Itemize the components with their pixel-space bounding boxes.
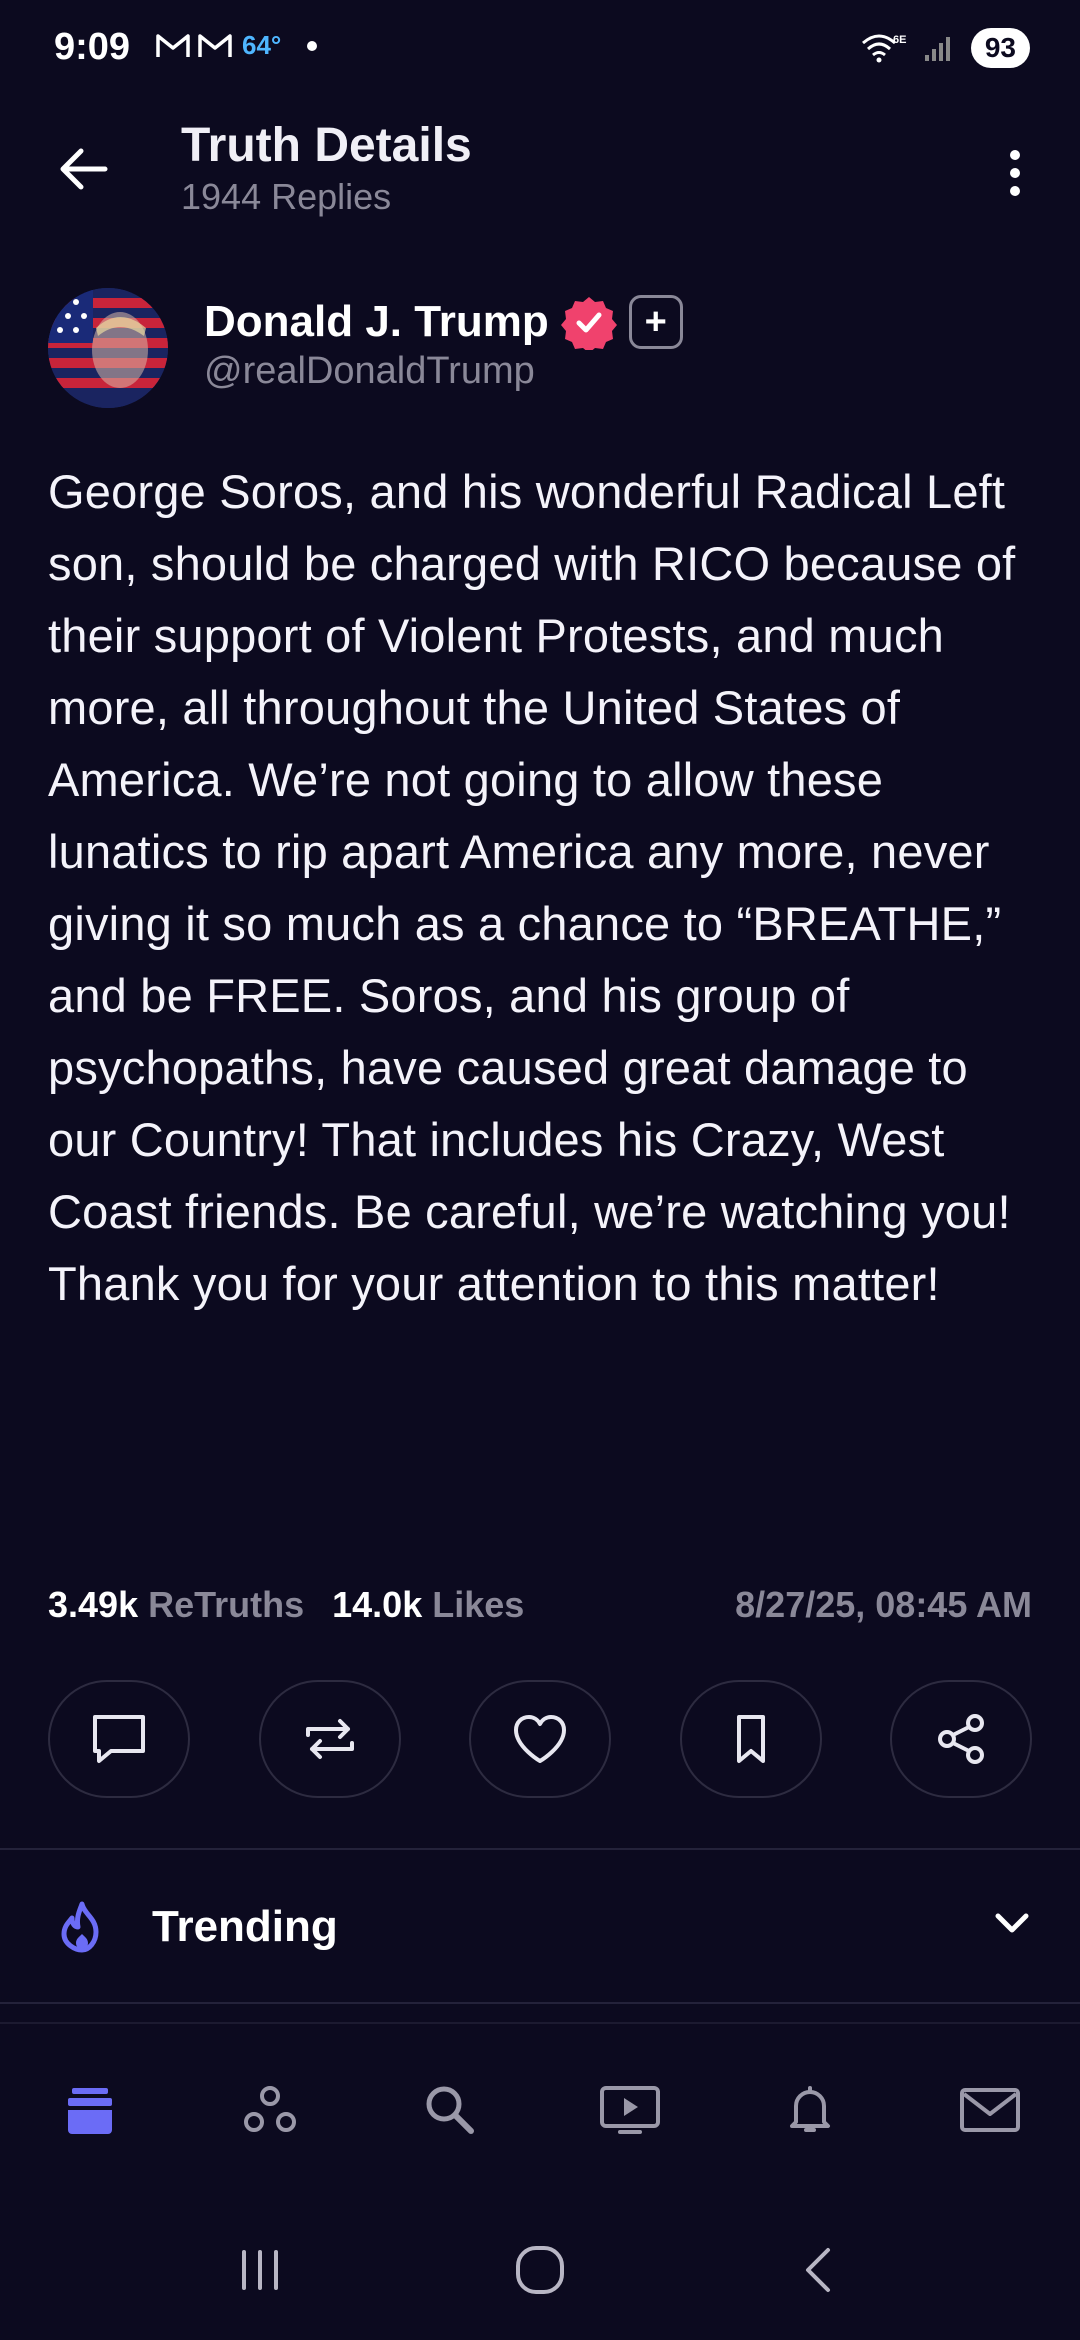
avatar-image	[48, 288, 168, 408]
top-app-bar: Truth Details 1944 Replies	[0, 100, 1080, 230]
network-type: 6E	[893, 34, 906, 46]
author-handle: @realDonaldTrump	[204, 350, 535, 392]
avatar[interactable]	[48, 288, 168, 408]
video-icon	[600, 2086, 660, 2134]
search-icon	[426, 2086, 474, 2134]
reply-button[interactable]	[48, 1680, 190, 1798]
bookmark-icon	[736, 1715, 765, 1763]
status-time: 9:09	[54, 26, 131, 68]
signal-icon	[924, 37, 950, 61]
post-author[interactable]: Donald J. Trump + @realDonaldTrump	[48, 288, 1048, 408]
home-icon	[68, 2088, 112, 2134]
verified-badge-icon	[560, 297, 617, 350]
post-text: George Soros, and his wonderful Radical …	[48, 465, 1016, 1310]
author-name-row: Donald J. Trump +	[204, 294, 683, 350]
wifi-icon: 6E	[861, 34, 906, 63]
trending-section[interactable]: Trending	[0, 1850, 1080, 2000]
more-options-button[interactable]	[990, 138, 1040, 208]
trending-label: Trending	[152, 1902, 338, 1951]
reply-count: 1944 Replies	[181, 176, 392, 217]
share-icon	[938, 1714, 984, 1764]
divider	[0, 2002, 1080, 2004]
groups-icon	[244, 2086, 296, 2132]
bookmark-button[interactable]	[679, 1680, 822, 1798]
system-status-icons: 6E 93	[859, 28, 1030, 68]
gmail-icon	[156, 33, 190, 57]
truth-plus-badge: +	[628, 295, 683, 349]
notification-icons: 64°	[156, 30, 318, 61]
post-stats: 3.49k ReTruths 14.0k Likes 8/27/25, 08:4…	[48, 1584, 1032, 1626]
post-timestamp: 8/27/25, 08:45 AM	[735, 1584, 1032, 1625]
likes-count[interactable]: 14.0k	[332, 1584, 422, 1626]
divider	[0, 2022, 1080, 2024]
post-actions	[48, 1680, 1032, 1798]
flame-icon	[61, 1901, 99, 1953]
share-button[interactable]	[890, 1680, 1032, 1798]
status-bar: 9:09 64° 6E 93	[0, 0, 1080, 100]
back-button[interactable]	[48, 134, 118, 204]
nav-messages[interactable]	[940, 2060, 1040, 2160]
retruths-label[interactable]: ReTruths	[148, 1584, 304, 1626]
battery-level: 93	[970, 28, 1030, 68]
nav-home[interactable]	[40, 2060, 140, 2160]
retruths-count[interactable]: 3.49k	[48, 1584, 138, 1626]
home-button-icon[interactable]	[510, 2240, 570, 2300]
gmail-icon	[198, 33, 232, 57]
nav-video[interactable]	[580, 2060, 680, 2160]
more-vertical-icon	[1010, 150, 1020, 160]
author-name: Donald J. Trump	[204, 297, 549, 346]
more-notifications-dot	[307, 40, 318, 51]
mail-icon	[960, 2088, 1020, 2132]
arrow-left-icon	[60, 148, 108, 190]
nav-groups[interactable]	[220, 2060, 320, 2160]
likes-label[interactable]: Likes	[432, 1584, 524, 1626]
chevron-down-icon[interactable]	[994, 1910, 1030, 1938]
nav-search[interactable]	[400, 2060, 500, 2160]
retruth-button[interactable]	[258, 1680, 401, 1798]
nav-notifications[interactable]	[760, 2060, 860, 2160]
bell-icon	[790, 2086, 830, 2132]
bottom-navigation	[0, 2040, 1080, 2180]
page-title: Truth Details	[181, 119, 472, 172]
recent-apps-icon[interactable]	[230, 2242, 290, 2298]
heart-icon	[514, 1715, 566, 1763]
back-nav-icon[interactable]	[790, 2242, 850, 2298]
system-navigation-bar	[0, 2200, 1080, 2340]
retruth-icon	[305, 1719, 354, 1759]
weather-temp: 64°	[242, 30, 282, 60]
like-button[interactable]	[469, 1680, 611, 1798]
reply-icon	[93, 1715, 145, 1763]
